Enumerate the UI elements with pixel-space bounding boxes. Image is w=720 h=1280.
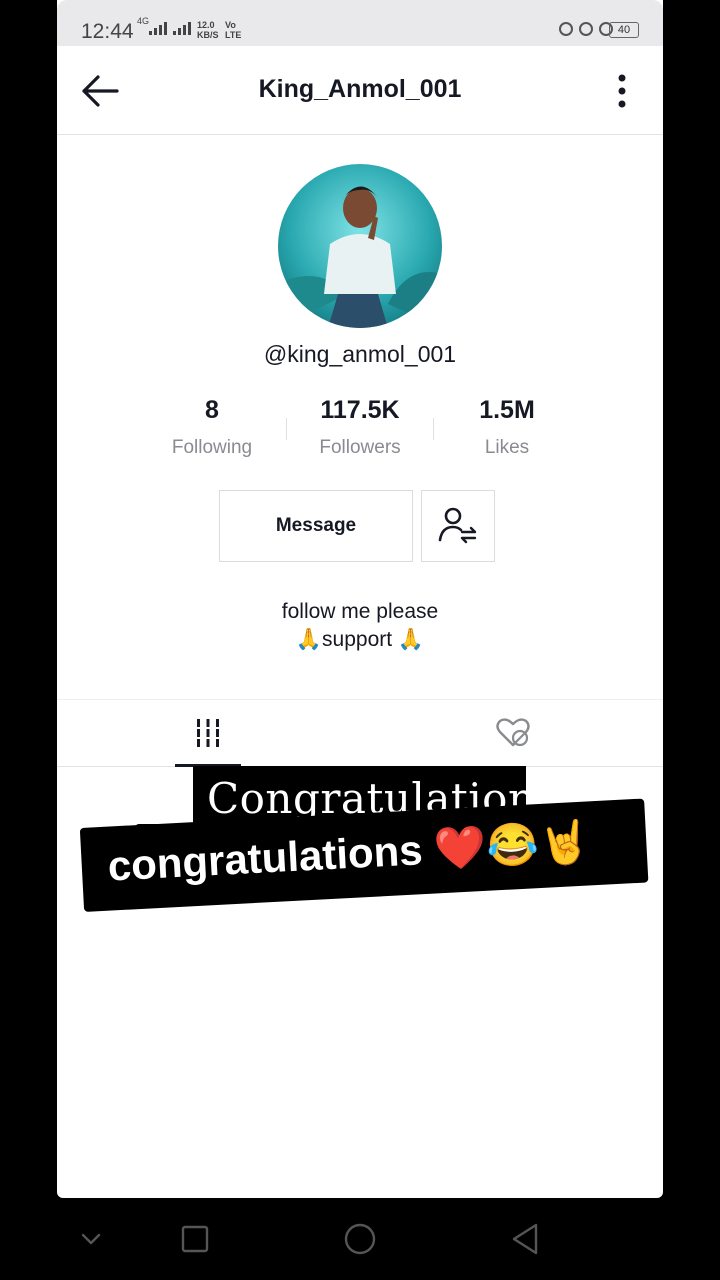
grid-icon <box>195 719 221 747</box>
signal-icon <box>173 22 191 35</box>
profile-username: @king_anmol_001 <box>263 341 457 367</box>
top-bar: King_Anmol_001 <box>57 46 663 135</box>
app-screen: 12:44 4G 12.0 KB/S Vo LTE 40 King_Anmol_… <box>57 0 663 1198</box>
tab-liked[interactable] <box>480 700 546 766</box>
stat-likes[interactable]: 1.5M Likes <box>432 396 582 459</box>
volte-bottom: LTE <box>225 30 242 40</box>
stat-value: 117.5K <box>320 396 400 424</box>
stat-label: Followers <box>319 437 401 458</box>
speed-value: 12.0 <box>197 20 215 30</box>
net-speed: 12.0 KB/S <box>197 20 219 40</box>
stat-followers[interactable]: 117.5K Followers <box>285 396 435 459</box>
lock-icon <box>579 22 593 36</box>
overlay-sticker: congratulations ❤️😂🤘 <box>79 798 649 912</box>
hidden-heart-icon <box>496 718 530 747</box>
avatar[interactable] <box>278 164 442 328</box>
volte-top: Vo <box>225 20 236 30</box>
vibrate-icon <box>559 22 573 36</box>
profile-bio: follow me please 🙏support 🙏 <box>57 598 663 654</box>
chevron-down-icon <box>81 1233 101 1245</box>
nav-collapse-button[interactable] <box>80 1222 102 1261</box>
message-button[interactable]: Message <box>219 490 413 562</box>
stat-following[interactable]: 8 Following <box>137 396 287 459</box>
square-icon <box>181 1225 209 1253</box>
add-friend-button[interactable] <box>421 490 495 562</box>
triangle-back-icon <box>512 1223 538 1255</box>
volte-indicator: Vo LTE <box>225 20 241 40</box>
content-tabs <box>57 699 663 767</box>
more-options-icon[interactable] <box>617 74 627 108</box>
add-friend-icon <box>438 507 477 544</box>
profile-stats: 8 Following 117.5K Followers 1.5M Likes <box>57 396 663 466</box>
nav-recents-button[interactable] <box>181 1222 209 1261</box>
stat-value: 1.5M <box>479 396 535 424</box>
speed-unit: KB/S <box>197 30 219 40</box>
nav-home-button[interactable] <box>343 1222 377 1261</box>
stat-label: Following <box>171 437 253 458</box>
bio-line: follow me please <box>281 600 439 623</box>
system-nav-bar <box>0 1198 720 1280</box>
status-bar: 12:44 4G 12.0 KB/S Vo LTE 40 <box>57 0 663 46</box>
bio-line: 🙏support 🙏 <box>295 628 425 651</box>
stat-label: Likes <box>484 437 530 458</box>
status-time: 12:44 <box>81 20 134 43</box>
page-title: King_Anmol_001 <box>258 75 462 103</box>
network-type: 4G <box>137 16 150 26</box>
nav-back-button[interactable] <box>510 1222 540 1261</box>
tab-videos[interactable] <box>175 700 241 766</box>
battery-icon: 40 <box>609 22 639 38</box>
circle-icon <box>344 1223 376 1255</box>
sticker-text: congratulations ❤️😂🤘 <box>106 817 592 890</box>
status-icons <box>559 22 613 36</box>
stat-value: 8 <box>205 396 219 424</box>
signal-icon <box>149 22 167 35</box>
